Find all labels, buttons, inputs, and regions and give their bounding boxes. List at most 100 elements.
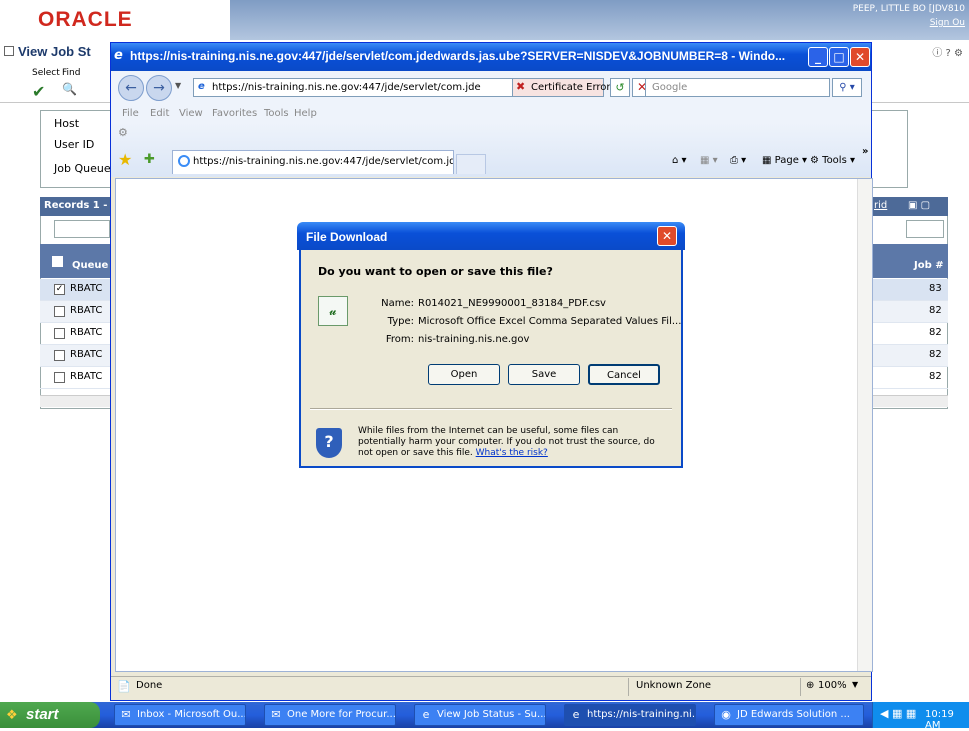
status-separator — [628, 678, 629, 696]
file-source: nis-training.nis.ne.gov — [418, 334, 530, 345]
job-filter-input[interactable] — [906, 220, 944, 238]
menu-help[interactable]: Help — [294, 108, 317, 119]
taskbar-item-procurement[interactable]: ✉ One More for Procur... — [264, 704, 396, 726]
cert-error-icon: ✖ — [516, 80, 526, 93]
open-button[interactable]: Open — [428, 364, 500, 385]
status-separator — [800, 678, 801, 696]
ie-icon: e — [572, 708, 580, 721]
ie-icon: e — [422, 708, 430, 721]
minimize-button[interactable]: _ — [808, 47, 828, 67]
excel-file-icon: 𝓾 — [318, 296, 348, 326]
user-name: PEEP, LITTLE BO [JDV810 — [852, 4, 965, 14]
find-binoculars-icon[interactable]: 🔍 — [62, 82, 77, 96]
taskbar-item-view-job[interactable]: e View Job Status - Su... — [414, 704, 546, 726]
row-checkbox[interactable] — [54, 350, 65, 361]
row-checkbox[interactable] — [54, 372, 65, 383]
taskbar-item-jd-edwards[interactable]: ◉ JD Edwards Solution ... — [714, 704, 864, 726]
maximize-button[interactable]: □ — [829, 47, 849, 67]
menu-file[interactable]: File — [122, 108, 139, 119]
status-bar — [111, 676, 871, 698]
menu-edit[interactable]: Edit — [150, 108, 169, 119]
menu-view[interactable]: View — [179, 108, 203, 119]
row-checkbox[interactable] — [54, 328, 65, 339]
zoom-dropdown-icon[interactable]: ▼ — [852, 680, 858, 689]
page-title: View Job St — [18, 44, 91, 59]
search-icon[interactable]: ⚲ ▾ — [832, 78, 862, 97]
ie-window-title: https://nis-training.nis.ne.gov:447/jde/… — [130, 49, 786, 63]
col-queue[interactable]: Queue — [72, 260, 108, 271]
lightbulb-icon: ◉ — [721, 708, 731, 721]
cell-job: 83 — [929, 283, 942, 294]
dialog-close-button[interactable]: ✕ — [657, 226, 677, 246]
help-icons[interactable]: ⓘ ? ⚙ — [932, 44, 963, 59]
user-id-label: User ID — [54, 138, 95, 151]
taskbar-item-inbox[interactable]: ✉ Inbox - Microsoft Ou... — [114, 704, 246, 726]
form-menu-icon[interactable] — [4, 46, 14, 56]
tab-current-page[interactable]: https://nis-training.nis.ne.gov:447/jde/… — [172, 150, 454, 174]
save-button[interactable]: Save — [508, 364, 580, 385]
dialog-divider-highlight — [310, 409, 672, 410]
whats-the-risk-link[interactable]: What's the risk? — [476, 448, 548, 458]
new-tab-button[interactable] — [456, 154, 486, 174]
print-icon[interactable]: ⎙ ▾ — [730, 155, 746, 166]
oracle-logo: ORACLE — [38, 8, 133, 31]
toolbar-links-icon[interactable]: ⚙ — [118, 126, 128, 139]
row-checkbox[interactable]: ✓ — [54, 284, 65, 295]
queue-filter-input[interactable] — [54, 220, 110, 238]
cell-queue: RBATC — [70, 349, 103, 360]
host-label: Host — [54, 117, 80, 130]
records-count: Records 1 - — [44, 200, 108, 211]
sign-out-link[interactable]: Sign Ou — [930, 18, 965, 28]
col-job-number[interactable]: Job # — [914, 260, 944, 271]
forward-button[interactable]: → — [146, 75, 172, 101]
url-input[interactable]: https://nis-training.nis.ne.gov:447/jde/… — [193, 78, 513, 97]
favorites-star-icon[interactable]: ★ — [118, 150, 132, 169]
cell-job: 82 — [929, 305, 942, 316]
grid-link[interactable]: rid — [874, 200, 887, 211]
taskbar-item-label: View Job Status - Su... — [437, 709, 546, 720]
find-label: Find — [62, 68, 81, 78]
taskbar-item-label: JD Edwards Solution ... — [737, 709, 850, 720]
close-window-button[interactable]: ✕ — [850, 47, 870, 67]
cell-job: 82 — [929, 349, 942, 360]
cancel-button[interactable]: Cancel — [588, 364, 660, 385]
zoom-level[interactable]: 100% — [818, 680, 847, 691]
windows-logo-icon: ❖ — [6, 708, 18, 723]
security-shield-icon: ? — [316, 428, 342, 458]
chevron-icon[interactable]: » — [862, 146, 868, 157]
page-menu-label: Page — [774, 155, 799, 166]
select-check-icon[interactable]: ✔ — [32, 82, 45, 101]
file-type: Microsoft Office Excel Comma Separated V… — [418, 316, 682, 327]
add-favorite-icon[interactable]: ✚ — [144, 152, 155, 167]
grid-export-icon[interactable]: ▣ ▢ — [908, 200, 930, 211]
dialog-question: Do you want to open or save this file? — [318, 265, 553, 278]
tools-menu-label: Tools — [822, 155, 847, 166]
cell-job: 82 — [929, 371, 942, 382]
mail-icon: ✉ — [271, 708, 281, 721]
feeds-icon[interactable]: ▦ ▾ — [700, 155, 718, 166]
page-icon: e — [198, 81, 205, 92]
tray-icons[interactable]: ◀ ▦ ▦ — [880, 707, 916, 720]
cell-queue: RBATC — [70, 327, 103, 338]
taskbar-item-nis-training[interactable]: e https://nis-training.ni... — [564, 704, 696, 726]
home-icon[interactable]: ⌂ ▾ — [672, 155, 687, 166]
refresh-button[interactable]: ↺ — [610, 78, 630, 97]
cell-queue: RBATC — [70, 305, 103, 316]
cell-queue: RBATC — [70, 371, 103, 382]
row-checkbox[interactable] — [54, 306, 65, 317]
certificate-error-button[interactable]: Certificate Error — [512, 78, 611, 97]
select-all-checkbox[interactable] — [52, 256, 63, 267]
vertical-scrollbar[interactable] — [857, 179, 872, 671]
zoom-icon[interactable]: ⊕ — [806, 680, 814, 691]
file-name: R014021_NE9990001_83184_PDF.csv — [418, 298, 606, 309]
menu-favorites[interactable]: Favorites — [212, 108, 257, 119]
page-menu-button[interactable]: ▦ Page ▾ — [762, 155, 807, 166]
back-button[interactable]: ← — [118, 75, 144, 101]
tools-menu-button[interactable]: ⚙ Tools ▾ — [810, 155, 855, 166]
nav-dropdown-icon[interactable]: ▼ — [175, 81, 181, 90]
menu-tools[interactable]: Tools — [264, 108, 289, 119]
search-input[interactable]: Google — [645, 78, 830, 97]
status-text: Done — [136, 680, 163, 691]
security-zone: Unknown Zone — [636, 680, 712, 691]
outlook-icon: ✉ — [121, 708, 131, 721]
